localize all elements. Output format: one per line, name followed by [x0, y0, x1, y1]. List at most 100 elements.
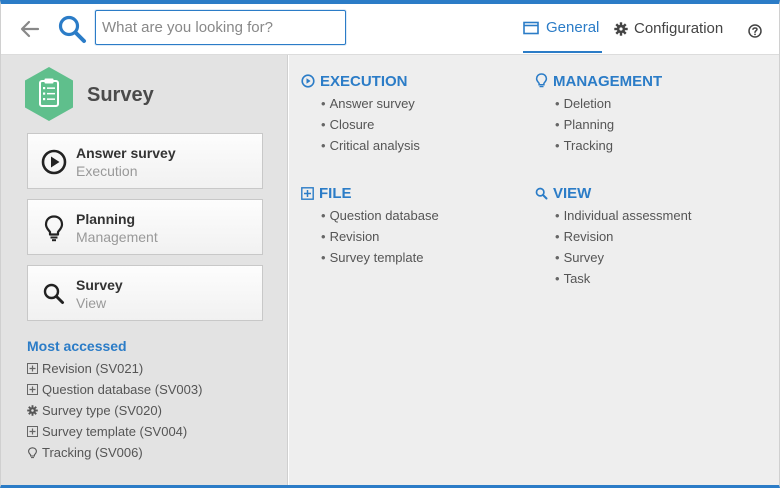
most-accessed-label: Tracking (SV006) [42, 445, 143, 460]
card-title: Planning [76, 211, 136, 227]
lightbulb-icon [40, 214, 68, 242]
plus-box-icon [27, 426, 38, 437]
section-title: FILE [319, 184, 352, 202]
most-accessed-label: Survey template (SV004) [42, 424, 188, 439]
right-panel: EXECUTION • Answer survey • Closure • Criti… [289, 55, 779, 485]
plus-box-icon [27, 363, 38, 374]
menu-item-label: Task [563, 271, 591, 286]
tab-general[interactable]: General [523, 4, 602, 53]
bullet: • [321, 138, 326, 153]
plus-box-icon [301, 186, 314, 200]
bullet: • [321, 208, 326, 223]
menu-item[interactable]: • Answer survey [321, 93, 420, 114]
help-icon[interactable] [748, 24, 762, 38]
play-circle-icon [301, 74, 315, 88]
section-file-header[interactable]: FILE [301, 182, 439, 204]
most-accessed-label: Survey type (SV020) [42, 403, 162, 418]
card-subtitle: View [76, 295, 107, 311]
play-circle-icon [40, 148, 68, 176]
gear-icon [27, 405, 38, 416]
section-view: VIEW • Individual assessment • Revision • S… [535, 182, 691, 289]
menu-item-label: Critical analysis [329, 138, 420, 153]
menu-item[interactable]: • Survey [555, 247, 691, 268]
card-subtitle: Execution [76, 163, 138, 179]
left-panel: Survey Answer survey Execution Planning [1, 55, 288, 485]
section-execution: EXECUTION • Answer survey • Closure • Criti… [301, 70, 420, 156]
menu-item-label: Revision [329, 229, 380, 244]
menu-item[interactable]: • Revision [321, 226, 439, 247]
menu-item-label: Closure [329, 117, 375, 132]
most-accessed-item[interactable]: Survey type (SV020) [27, 400, 202, 421]
most-accessed-item[interactable]: Revision (SV021) [27, 358, 202, 379]
menu-item-label: Question database [329, 208, 439, 223]
menu-item-label: Deletion [563, 96, 612, 111]
menu-item[interactable]: • Critical analysis [321, 135, 420, 156]
menu-item[interactable]: • Planning [555, 114, 662, 135]
bullet: • [321, 229, 326, 244]
search-icon [535, 187, 548, 199]
bullet: • [555, 208, 560, 223]
most-accessed-item[interactable]: Question database (SV003) [27, 379, 202, 400]
most-accessed-label: Question database (SV003) [42, 382, 203, 397]
search-input[interactable] [95, 10, 346, 45]
card-title: Survey [76, 277, 123, 293]
menu-item[interactable]: • Task [555, 268, 691, 289]
menu-item-label: Tracking [563, 138, 613, 153]
clipboard-icon [23, 66, 75, 122]
section-management: MANAGEMENT • Deletion • Planning • Tracking [535, 70, 662, 156]
bullet: • [321, 96, 326, 111]
section-title: VIEW [553, 184, 592, 202]
most-accessed-item[interactable]: Tracking (SV006) [27, 442, 202, 463]
menu-item-label: Revision [563, 229, 614, 244]
menu-item[interactable]: • Revision [555, 226, 691, 247]
planning-button[interactable]: Planning Management [27, 199, 263, 255]
menu-item[interactable]: • Tracking [555, 135, 662, 156]
tab-configuration-label: Configuration [634, 20, 724, 37]
menu-item-label: Survey [563, 250, 605, 265]
bullet: • [555, 250, 560, 265]
most-accessed-title: Most accessed [27, 338, 127, 354]
plus-box-icon [27, 384, 38, 395]
section-management-header[interactable]: MANAGEMENT [535, 70, 662, 92]
tab-general-label: General [546, 19, 600, 36]
most-accessed-label: Revision (SV021) [42, 361, 144, 376]
answer-survey-button[interactable]: Answer survey Execution [27, 133, 263, 189]
window-icon [523, 21, 539, 34]
lightbulb-icon [28, 446, 37, 458]
bullet: • [321, 250, 326, 265]
card-subtitle: Management [76, 229, 158, 245]
menu-item[interactable]: • Survey template [321, 247, 439, 268]
section-file: FILE • Question database • Revision • Surve… [301, 182, 439, 268]
menu-item-label: Planning [563, 117, 615, 132]
top-bar: General Configuration [1, 4, 779, 55]
menu-item[interactable]: • Deletion [555, 93, 662, 114]
bullet: • [555, 229, 560, 244]
survey-view-button[interactable]: Survey View [27, 265, 263, 321]
bullet: • [321, 117, 326, 132]
gear-icon [614, 21, 628, 36]
menu-item-label: Answer survey [329, 96, 415, 111]
search-icon [40, 280, 68, 308]
tab-configuration[interactable]: Configuration [614, 4, 723, 53]
menu-item[interactable]: • Closure [321, 114, 420, 135]
bullet: • [555, 117, 560, 132]
card-title: Answer survey [76, 145, 176, 161]
most-accessed-item[interactable]: Survey template (SV004) [27, 421, 202, 442]
bullet: • [555, 138, 560, 153]
bullet: • [555, 271, 560, 286]
menu-item-label: Individual assessment [563, 208, 692, 223]
section-title: EXECUTION [320, 72, 408, 90]
app-window: General Configuration [0, 0, 780, 488]
bullet: • [555, 96, 560, 111]
section-execution-header[interactable]: EXECUTION [301, 70, 420, 92]
section-title: MANAGEMENT [553, 72, 663, 90]
menu-item-label: Survey template [329, 250, 424, 265]
section-view-header[interactable]: VIEW [535, 182, 691, 204]
search-icon[interactable] [57, 14, 87, 44]
lightbulb-icon [535, 73, 548, 88]
menu-item[interactable]: • Question database [321, 205, 439, 226]
module-title: Survey [87, 84, 154, 106]
menu-item[interactable]: • Individual assessment [555, 205, 691, 226]
most-accessed-list: Revision (SV021) Question database (SV00… [27, 358, 202, 463]
back-arrow-icon[interactable] [17, 16, 43, 42]
